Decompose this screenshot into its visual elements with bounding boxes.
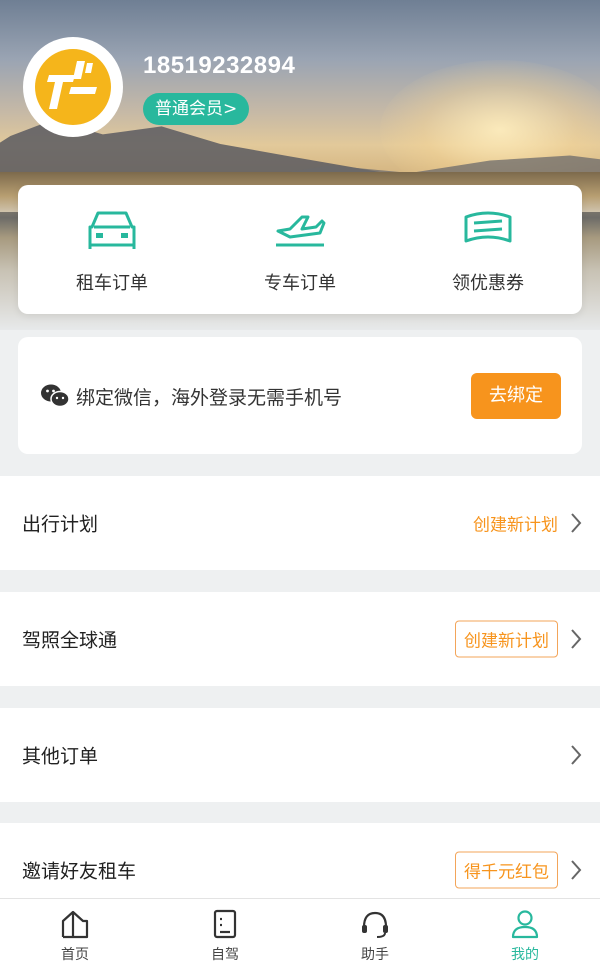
orders-card: 租车订单 专车订单 领优惠券 — [18, 185, 582, 314]
travel-plan-row[interactable]: 出行计划 创建新计划 — [0, 476, 600, 570]
notebook-icon — [213, 909, 237, 939]
tab-self-drive[interactable]: 自驾 — [150, 899, 300, 973]
avatar[interactable] — [23, 37, 123, 137]
other-orders-row[interactable]: 其他订单 — [0, 708, 600, 802]
chevron-right-icon — [571, 860, 582, 880]
get-coupons-label: 领优惠券 — [452, 273, 524, 294]
coupon-icon — [464, 211, 512, 243]
tab-assistant-label: 助手 — [361, 947, 389, 963]
brand-logo-icon — [35, 49, 111, 125]
user-phone: 18519232894 — [143, 52, 296, 79]
car-icon — [88, 211, 136, 249]
tab-assistant[interactable]: 助手 — [300, 899, 450, 973]
invite-friends-title: 邀请好友租车 — [22, 860, 137, 883]
home-icon — [61, 910, 89, 939]
chevron-right-icon — [571, 745, 582, 765]
tab-mine-label: 我的 — [511, 947, 539, 963]
get-coupons-button[interactable]: 领优惠券 — [394, 185, 582, 314]
other-orders-title: 其他订单 — [22, 745, 99, 768]
chevron-right-icon — [571, 513, 582, 533]
global-license-row[interactable]: 驾照全球通 创建新计划 — [0, 592, 600, 686]
wechat-bind-card: 绑定微信，海外登录无需手机号 去绑定 — [18, 337, 582, 454]
tab-home-label: 首页 — [61, 947, 89, 963]
rental-orders-label: 租车订单 — [76, 273, 148, 294]
chauffeur-orders-label: 专车订单 — [264, 273, 336, 294]
chauffeur-orders-button[interactable]: 专车订单 — [206, 185, 394, 314]
member-level-badge[interactable]: 普通会员> — [143, 93, 250, 125]
bottom-tab-bar: 首页 自驾 助手 我的 — [0, 898, 600, 973]
wechat-bind-text: 绑定微信，海外登录无需手机号 — [76, 387, 343, 409]
headset-icon — [362, 911, 388, 938]
red-packet-button[interactable]: 得千元红包 — [455, 851, 558, 889]
bind-wechat-button[interactable]: 去绑定 — [471, 373, 561, 419]
chevron-right-icon — [571, 629, 582, 649]
tab-self-drive-label: 自驾 — [211, 947, 239, 963]
travel-plan-title: 出行计划 — [22, 513, 99, 536]
create-plan-link[interactable]: 创建新计划 — [473, 511, 558, 536]
tab-home[interactable]: 首页 — [0, 899, 150, 973]
plane-icon — [276, 215, 326, 247]
user-icon — [511, 910, 539, 939]
wechat-icon — [41, 384, 70, 408]
global-license-title: 驾照全球通 — [22, 629, 118, 652]
create-license-plan-button[interactable]: 创建新计划 — [455, 620, 558, 658]
rental-orders-button[interactable]: 租车订单 — [18, 185, 206, 314]
tab-mine[interactable]: 我的 — [450, 899, 600, 973]
